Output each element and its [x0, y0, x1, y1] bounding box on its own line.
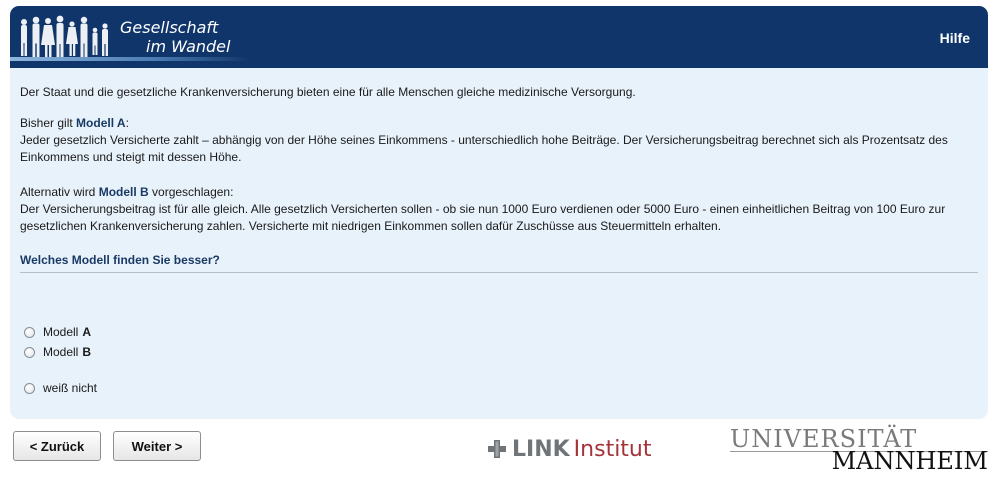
option-label: weiß nicht — [43, 381, 98, 395]
model-b-text: Der Versicherungsbeitrag ist für alle gl… — [20, 202, 946, 233]
model-b-description: Alternativ wird Modell B vorgeschlagen: … — [20, 184, 978, 235]
link-institut-logo: LINK Institut — [488, 436, 652, 462]
uni-line-2: MANNHEIM — [831, 447, 988, 475]
model-b-name: Modell B — [98, 185, 149, 199]
model-a-prefix: Bisher gilt — [20, 116, 77, 130]
option-label: Modell — [43, 325, 79, 339]
radio-button-modell-a[interactable] — [24, 326, 35, 338]
logo-line-2: im Wandel — [146, 37, 231, 56]
next-button[interactable]: Weiter > — [113, 431, 201, 461]
survey-panel: Gesellschaft im Wandel Hilfe Der Staat u… — [10, 6, 988, 419]
help-link[interactable]: Hilfe — [940, 30, 970, 46]
radio-button-modell-b[interactable] — [24, 346, 35, 358]
logo-underline — [10, 57, 250, 61]
link-word: LINK — [512, 436, 570, 462]
logo-line-1: Gesellschaft — [120, 18, 219, 37]
model-b-suffix: vorgeschlagen: — [148, 185, 234, 199]
header-bar: Gesellschaft im Wandel Hilfe — [10, 6, 988, 68]
model-a-text: Jeder gesetzlich Versicherte zahlt – abh… — [20, 133, 948, 164]
intro-text: Der Staat und die gesetzliche Krankenver… — [20, 85, 636, 99]
back-button[interactable]: < Zurück — [13, 431, 101, 461]
link-cross-icon — [488, 440, 506, 458]
option-letter: A — [82, 325, 92, 339]
model-a-name: Modell A — [76, 116, 126, 130]
model-b-prefix: Alternativ wird — [20, 185, 99, 199]
model-a-description: Bisher gilt Modell A: Jeder gesetzlich V… — [20, 115, 978, 166]
radio-button-weiss-nicht[interactable] — [24, 382, 35, 394]
option-modell-a[interactable]: Modell A — [24, 325, 91, 339]
option-label: Modell — [43, 345, 79, 359]
universitaet-mannheim-logo: UNIVERSITÄT MANNHEIM — [730, 425, 988, 475]
institut-word: Institut — [573, 436, 652, 462]
model-a-suffix: : — [125, 116, 129, 130]
logo-text: Gesellschaft im Wandel — [120, 18, 230, 56]
option-modell-b[interactable]: Modell B — [24, 345, 91, 359]
divider — [20, 272, 978, 273]
option-weiss-nicht[interactable]: weiß nicht — [24, 381, 97, 395]
option-letter: B — [82, 345, 92, 359]
question-heading: Welches Modell finden Sie besser? — [20, 253, 220, 267]
